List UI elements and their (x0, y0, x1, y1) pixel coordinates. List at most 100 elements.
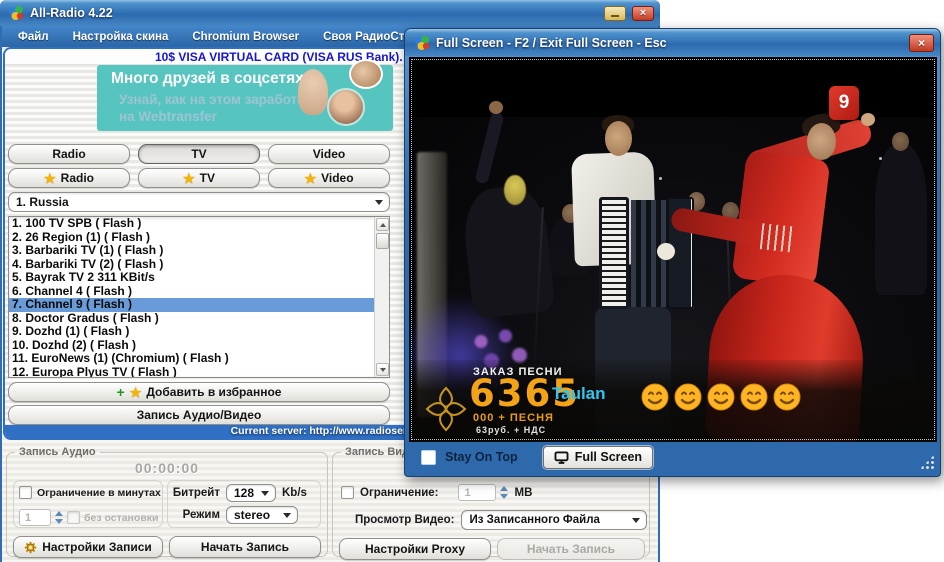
channel-list-item[interactable]: 10. Dozhd (2) ( Flash ) (9, 339, 374, 353)
channel-list-item[interactable]: 5. Bayrak TV 2 311 KBit/s (9, 271, 374, 285)
desktop: All-Radio 4.22 × Файл Настройка скина Ch… (0, 0, 944, 562)
price-line: 63руб. + НДС (476, 425, 546, 435)
stepper-up-icon[interactable] (55, 507, 63, 516)
star-icon: ★ (304, 172, 316, 185)
stepper-down-icon[interactable] (500, 494, 508, 503)
channel-list-item[interactable]: 2. 26 Region (1) ( Flash ) (9, 231, 374, 245)
scroll-up-icon[interactable] (376, 218, 389, 231)
channel-list-item[interactable]: 11. EuroNews (1) (Chromium) ( Flash ) (9, 352, 374, 366)
minutes-stepper[interactable]: 1 (19, 507, 63, 528)
tab-video[interactable]: Video (268, 144, 390, 164)
country-select[interactable]: 1. Russia (8, 192, 390, 212)
smiley-icon (641, 383, 669, 411)
size-stepper[interactable]: 1 (458, 482, 508, 503)
song-order-overlay: ЗАКАЗ ПЕСНИ 6365 000 + ПЕСНЯ 63руб. + НД… (409, 360, 937, 442)
bitrate-label: Битрейт (168, 487, 220, 499)
player-titlebar: Full Screen - F2 / Exit Full Screen - Es… (405, 29, 940, 56)
stepper-down-icon[interactable] (55, 519, 63, 528)
dancer-torso (732, 150, 831, 287)
tab-favorite-video[interactable]: ★Video (268, 168, 390, 188)
player-controls-bar: Stay On Top Full Screen (409, 442, 937, 472)
tab-favorite-radio[interactable]: ★Radio (8, 168, 130, 188)
avatar (349, 59, 383, 89)
avatar (298, 69, 328, 115)
nonstop-checkbox[interactable] (67, 511, 80, 524)
star-icon: ★ (130, 386, 142, 399)
stage-sparkle (879, 157, 882, 160)
bitrate-select[interactable]: 128 (226, 484, 276, 502)
ornament-icon (425, 386, 467, 432)
smiley-icon (773, 383, 801, 411)
ad-banner[interactable]: Много друзей в соцсетях? Узнай, как на э… (97, 65, 393, 131)
tab-favorite-tv[interactable]: ★TV (138, 168, 260, 188)
dancer-hand (861, 113, 875, 126)
menu-file[interactable]: Файл (6, 31, 61, 43)
resize-grip[interactable] (920, 455, 934, 469)
nonstop-label: без остановки (84, 512, 158, 524)
tab-tv[interactable]: TV (138, 144, 260, 164)
stage-sparkle (659, 177, 662, 180)
accordion-keyboard (599, 197, 629, 309)
tab-radio[interactable]: Radio (8, 144, 130, 164)
close-icon[interactable]: × (632, 6, 654, 21)
chevron-down-icon (632, 518, 640, 527)
proxy-settings-button[interactable]: Настройки Proxy (339, 538, 491, 560)
main-window-title: All-Radio 4.22 (30, 6, 598, 20)
audio-format-panel: Битрейт 128 Kb/s Режим stereo (167, 480, 321, 528)
menu-skin-settings[interactable]: Настройка скина (61, 31, 181, 43)
chevron-down-icon (375, 200, 383, 209)
stay-on-top-checkbox[interactable] (421, 450, 436, 465)
channel-list-item-selected[interactable]: 7. Channel 9 ( Flash ) (9, 298, 374, 312)
channel-list-item[interactable]: 1. 100 TV SPB ( Flash ) (9, 217, 374, 231)
limit-minutes-label: Ограничение в минутах (37, 487, 161, 499)
record-settings-button[interactable]: Настройки Записи (13, 536, 163, 558)
gear-icon (24, 541, 37, 554)
close-icon[interactable]: × (909, 34, 934, 52)
monitor-icon (554, 451, 569, 464)
channel-list-item[interactable]: 8. Doctor Gradus ( Flash ) (9, 312, 374, 326)
chevron-down-icon (283, 513, 291, 522)
audio-limit-panel: Ограничение в минутах 1 без остановки (13, 480, 163, 528)
dancer-belt (760, 223, 797, 252)
start-audio-record-button[interactable]: Начать Запись (169, 536, 321, 558)
start-video-record-button[interactable]: Начать Запись (497, 538, 645, 560)
scrollbar[interactable] (374, 217, 389, 377)
channel-list-item[interactable]: 9. Dozhd (1) ( Flash ) (9, 325, 374, 339)
banner-title: Много друзей в соцсетях? (111, 70, 313, 88)
smiley-icon (674, 383, 702, 411)
minimize-button[interactable] (604, 6, 626, 21)
size-unit-label: MB (514, 487, 532, 499)
smiley-icon (707, 383, 735, 411)
app-icon (8, 5, 24, 21)
channel-9-logo: 9 (829, 86, 859, 120)
video-surface[interactable]: 9 ЗАКАЗ ПЕСНИ 6365 000 + ПЕСНЯ 63руб. + … (409, 57, 937, 442)
audio-group-legend: Запись Аудио (15, 446, 100, 458)
smiley-icon (740, 383, 768, 411)
accordionist-head (605, 121, 632, 156)
plus-icon: + (117, 385, 125, 399)
size-limit-label: Ограничение: (360, 487, 438, 499)
dancer-glove (657, 243, 675, 260)
channel-list-item[interactable]: 12. Europa Plyus TV ( Flash ) (9, 366, 374, 379)
preview-source-select[interactable]: Из Записанного Файла (461, 510, 647, 530)
background-figure-head (504, 175, 526, 205)
limit-minutes-checkbox[interactable] (19, 486, 32, 499)
record-audio-video-button[interactable]: Запись Аудио/Видео (8, 405, 390, 425)
banner-line3: на Webtransfer (119, 109, 217, 124)
mode-select[interactable]: stereo (226, 506, 298, 524)
banner-line2: Узнай, как на этом заработать (119, 92, 320, 107)
channel-list-item[interactable]: 6. Channel 4 ( Flash ) (9, 285, 374, 299)
channel-list-item[interactable]: 4. Barbariki TV (2) ( Flash ) (9, 258, 374, 272)
stay-on-top-label: Stay On Top (445, 450, 518, 464)
scrollbar-thumb[interactable] (376, 233, 389, 249)
chevron-down-icon (261, 491, 269, 500)
size-limit-checkbox[interactable] (341, 486, 354, 499)
app-icon (414, 35, 430, 51)
star-icon: ★ (183, 172, 195, 185)
channel-list-item[interactable]: 3. Barbariki TV (1) ( Flash ) (9, 244, 374, 258)
scroll-down-icon[interactable] (376, 363, 389, 376)
add-to-favorites-button[interactable]: + ★ Добавить в избранное (8, 382, 390, 402)
stepper-up-icon[interactable] (500, 482, 508, 491)
full-screen-button[interactable]: Full Screen (543, 446, 653, 469)
menu-chromium-browser[interactable]: Chromium Browser (180, 31, 311, 43)
